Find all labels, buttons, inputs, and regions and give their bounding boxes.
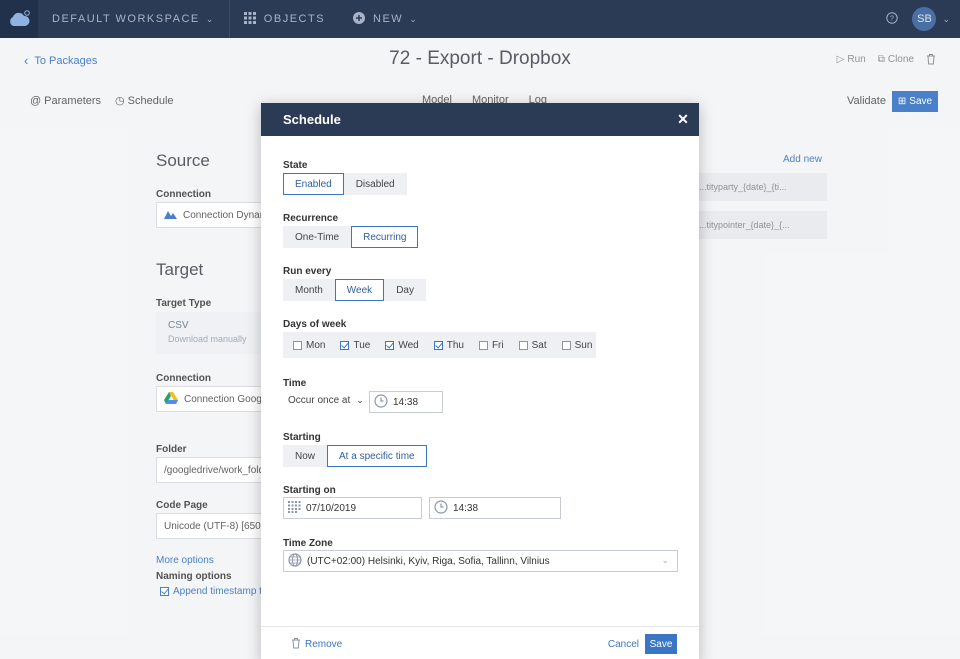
dialog-header: Schedule ✕ bbox=[261, 103, 699, 136]
topbar-right: ? SB ⌄ bbox=[886, 7, 960, 31]
run-every-day-option[interactable]: Day bbox=[384, 279, 426, 301]
chevron-down-icon: ⌄ bbox=[409, 13, 419, 24]
checkbox-checked-icon bbox=[385, 340, 395, 350]
calendar-icon bbox=[288, 500, 301, 516]
chevron-down-icon: ⌄ bbox=[205, 13, 215, 24]
clock-icon bbox=[374, 393, 388, 411]
run-every-week-option[interactable]: Week bbox=[334, 279, 385, 301]
day-checkbox-mon[interactable]: Mon bbox=[293, 340, 325, 351]
cancel-button[interactable]: Cancel bbox=[608, 639, 639, 650]
clock-icon bbox=[434, 499, 448, 517]
dialog-footer: Remove Cancel Save bbox=[261, 626, 699, 659]
start-date-input[interactable]: 07/10/2019 bbox=[283, 497, 422, 519]
day-label: Tue bbox=[353, 339, 371, 351]
checkbox-icon bbox=[518, 340, 528, 350]
day-label: Sat bbox=[531, 339, 547, 351]
day-checkbox-sun[interactable]: Sun bbox=[561, 339, 593, 351]
new-label: NEW bbox=[373, 13, 404, 25]
objects-label: OBJECTS bbox=[263, 13, 326, 25]
dialog-title: Schedule bbox=[283, 112, 341, 127]
run-every-month-option[interactable]: Month bbox=[283, 279, 335, 301]
starting-label: Starting bbox=[283, 432, 321, 443]
cloud-logo-icon[interactable] bbox=[0, 0, 38, 38]
start-time-input[interactable]: 14:38 bbox=[429, 497, 561, 519]
state-toggle: Enabled Disabled bbox=[283, 173, 407, 195]
globe-icon bbox=[288, 552, 302, 570]
help-icon[interactable]: ? bbox=[886, 11, 899, 27]
day-label: Mon bbox=[306, 339, 326, 351]
time-label: Time bbox=[283, 378, 307, 389]
state-label: State bbox=[283, 160, 308, 171]
starting-on-label: Starting on bbox=[283, 485, 336, 496]
remove-schedule-button[interactable]: Remove bbox=[291, 637, 342, 652]
checkbox-checked-icon bbox=[340, 340, 350, 350]
recurrence-one-time-option[interactable]: One-Time bbox=[283, 226, 351, 248]
start-time-value: 14:38 bbox=[453, 502, 479, 514]
day-label: Fri bbox=[491, 339, 504, 351]
day-label: Thu bbox=[446, 339, 464, 351]
day-checkbox-fri[interactable]: Fri bbox=[478, 339, 504, 351]
chevron-down-icon: ⌄ bbox=[661, 555, 669, 565]
objects-menu[interactable]: OBJECTS bbox=[230, 0, 339, 38]
top-navigation-bar: DEFAULT WORKSPACE ⌄ OBJECTS NEW ⌄ ? SB ⌄ bbox=[0, 0, 960, 38]
checkbox-icon bbox=[478, 340, 488, 350]
days-of-week-group: Mon Tue Wed Thu Fri Sat Sun bbox=[283, 332, 596, 358]
remove-label: Remove bbox=[305, 639, 343, 650]
recurrence-toggle: One-Time Recurring bbox=[283, 226, 419, 248]
day-label: Wed bbox=[398, 339, 419, 351]
recurrence-label: Recurrence bbox=[283, 213, 339, 224]
starting-specific-time-option[interactable]: At a specific time bbox=[327, 445, 427, 467]
run-every-toggle: Month Week Day bbox=[283, 279, 426, 301]
chevron-down-icon[interactable]: ⌄ bbox=[942, 14, 950, 25]
days-of-week-label: Days of week bbox=[283, 319, 347, 330]
grid-icon bbox=[243, 11, 256, 27]
svg-text:?: ? bbox=[891, 15, 895, 22]
state-enabled-option[interactable]: Enabled bbox=[283, 173, 344, 195]
chevron-down-icon: ⌄ bbox=[356, 395, 364, 405]
time-zone-label: Time Zone bbox=[283, 538, 333, 549]
workspace-label: DEFAULT WORKSPACE bbox=[52, 13, 200, 25]
starting-toggle: Now At a specific time bbox=[283, 445, 427, 467]
plus-circle-icon bbox=[353, 11, 366, 27]
time-zone-select[interactable]: (UTC+02:00) Helsinki, Kyiv, Riga, Sofia,… bbox=[283, 550, 678, 572]
avatar[interactable]: SB bbox=[912, 7, 937, 31]
starting-now-option[interactable]: Now bbox=[283, 445, 327, 467]
recurrence-recurring-option[interactable]: Recurring bbox=[351, 226, 419, 248]
occur-mode-value: Occur once at bbox=[288, 395, 351, 406]
close-icon[interactable]: ✕ bbox=[675, 111, 691, 127]
run-every-label: Run every bbox=[283, 266, 332, 277]
day-label: Sun bbox=[574, 339, 593, 351]
time-value: 14:38 bbox=[393, 396, 419, 408]
trash-icon bbox=[291, 637, 301, 652]
new-menu[interactable]: NEW ⌄ bbox=[339, 0, 432, 38]
start-date-value: 07/10/2019 bbox=[306, 502, 357, 514]
workspace-selector[interactable]: DEFAULT WORKSPACE ⌄ bbox=[38, 0, 229, 38]
checkbox-icon bbox=[561, 340, 571, 350]
day-checkbox-wed[interactable]: Wed bbox=[385, 339, 419, 351]
checkbox-checked-icon bbox=[433, 340, 443, 350]
schedule-dialog: Schedule ✕ State Enabled Disabled Recurr… bbox=[261, 103, 699, 659]
checkbox-icon bbox=[293, 340, 302, 350]
day-checkbox-tue[interactable]: Tue bbox=[340, 340, 370, 351]
day-checkbox-thu[interactable]: Thu bbox=[433, 339, 464, 351]
time-zone-value: (UTC+02:00) Helsinki, Kyiv, Riga, Sofia,… bbox=[307, 555, 550, 567]
time-input[interactable]: 14:38 bbox=[369, 391, 443, 413]
state-disabled-option[interactable]: Disabled bbox=[344, 173, 407, 195]
save-schedule-button[interactable]: Save bbox=[645, 634, 677, 654]
occur-mode-select[interactable]: Occur once at ⌄ bbox=[288, 395, 364, 406]
day-checkbox-sat[interactable]: Sat bbox=[518, 339, 547, 351]
